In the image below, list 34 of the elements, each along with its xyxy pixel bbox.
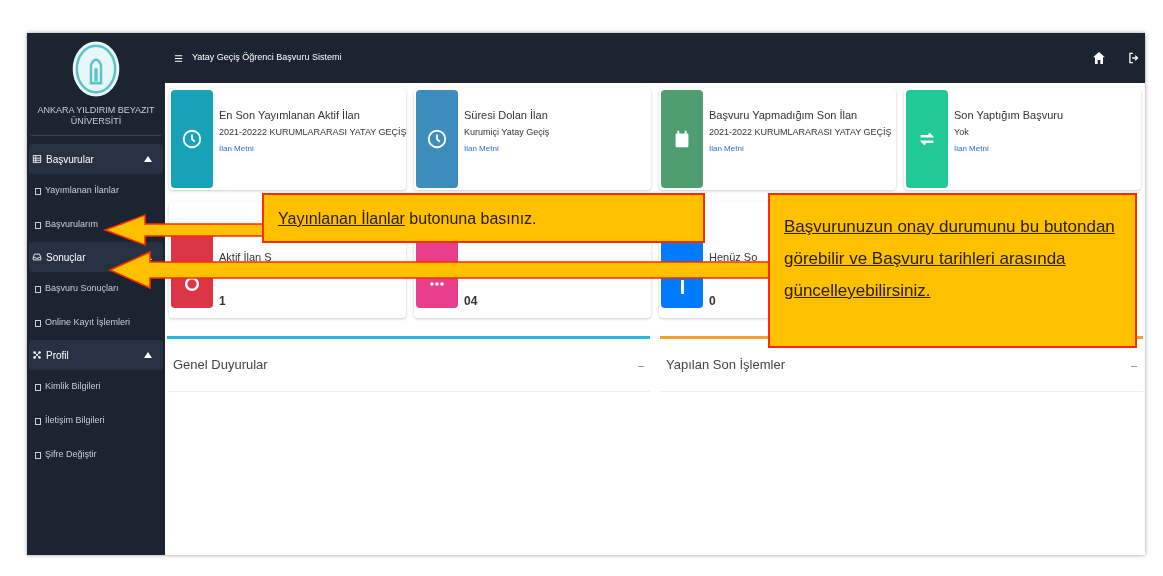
university-name: ANKARA YILDIRIM BEYAZIT ÜNİVERSİTİ (31, 99, 161, 136)
sidebar-item[interactable]: Başvurularım (27, 208, 165, 242)
sidebar-item[interactable]: Online Kayıt İşlemleri (27, 306, 165, 340)
callout-text: Başvurunuzun onay durumunu bu butondan görebilir ve Başvuru tarihleri arasında güncelleyebilirsiniz. (784, 216, 1116, 302)
ilan-metni-link[interactable]: İlan Metni (464, 144, 550, 154)
panel-title: Genel Duyurular (173, 356, 268, 375)
card-subtitle: Kurumiçi Yatay Geçiş (464, 127, 550, 138)
card-title: Son Yaptığım Başvuru (954, 108, 1064, 122)
card-value: 1 (219, 294, 227, 308)
sidebar-section[interactable]: Profil (29, 340, 163, 370)
sidebar-item[interactable]: İletişim Bilgileri (27, 404, 165, 438)
ilan-metni-link[interactable]: İlan Metni (709, 144, 892, 154)
card-title: En Son Yayımlanan Aktif İlan (219, 108, 361, 122)
card-title: Başvuru Yapmadığım Son İlan (709, 108, 859, 122)
card-title: Aktif İlan S (219, 250, 272, 264)
ilan-metni-link[interactable]: İlan Metni (954, 144, 1064, 154)
card-subtitle: Yok (954, 127, 970, 138)
sidebar-section[interactable]: Başvurular (29, 144, 163, 174)
card-title: Süresi Dolan İlan (464, 108, 549, 122)
collapse-button[interactable]: – (637, 356, 644, 374)
app-title: Yatay Geçiş Öğrenci Başvuru Sistemi (192, 51, 343, 65)
card-title: Henüz So (709, 250, 758, 264)
card-subtitle: 2021-20222 KURUMLARARASI YATAY GEÇİŞ (219, 127, 404, 138)
collapse-button[interactable]: – (1130, 356, 1137, 374)
ilan-metni-link[interactable]: İlan Metni (219, 144, 404, 154)
panel-title: Yapılan Son İşlemler (666, 356, 785, 375)
sidebar-item[interactable]: Başvuru Sonuçları (27, 272, 165, 306)
card-value: 04 (464, 294, 478, 308)
callout-text: Yayınlanan İlanlar butonuna basınız. (278, 209, 538, 229)
card-subtitle: 2021-2022 KURUMLARARASI YATAY GEÇİŞ (709, 127, 892, 138)
card-value: 0 (709, 294, 717, 308)
sidebar-item[interactable]: Şifre Değiştir (27, 438, 165, 472)
sidebar-item[interactable]: Kimlik Bilgileri (27, 370, 165, 404)
sidebar-item[interactable]: Yayımlanan İlanlar (27, 174, 165, 208)
